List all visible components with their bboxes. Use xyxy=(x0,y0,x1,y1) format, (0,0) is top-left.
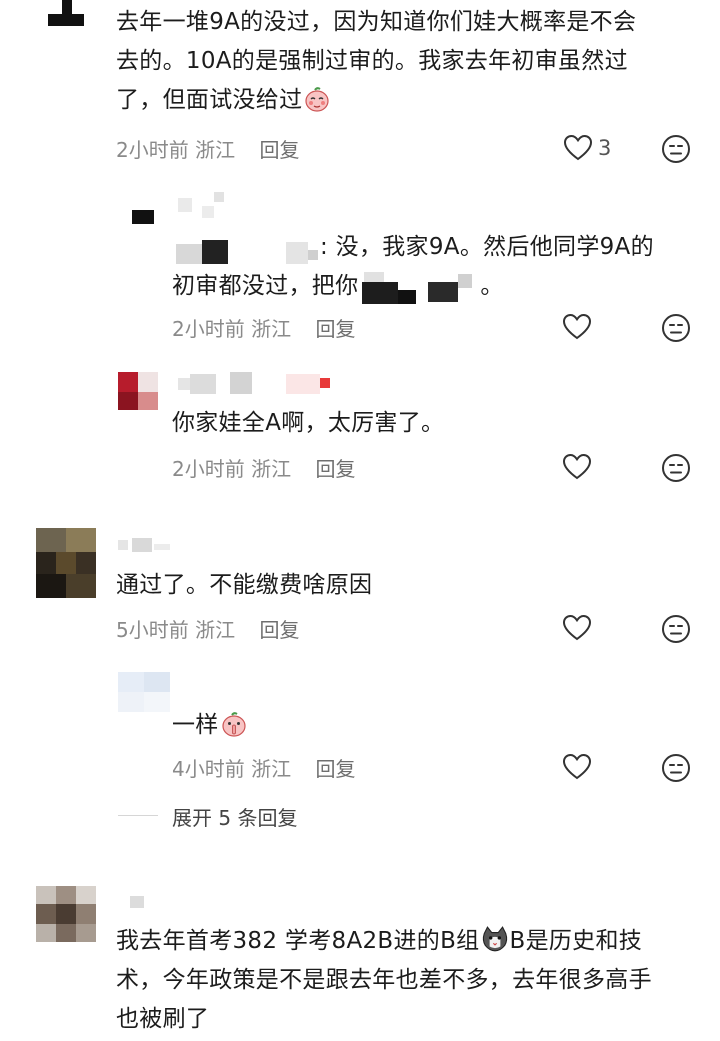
reply-2-location: 浙江 xyxy=(251,457,292,481)
reply-3-location: 浙江 xyxy=(251,757,292,781)
meh-face-icon[interactable] xyxy=(660,452,692,484)
comment-2-reply-button[interactable]: 回复 xyxy=(259,618,299,642)
commenter-avatar-1[interactable] xyxy=(44,0,88,26)
comment-3-line-1: 我去年首考382 学考8A2B进的B组 xyxy=(116,928,480,954)
reply-1-line-1: : 没，我家9A。然后他同学9A的 xyxy=(320,234,654,260)
comment-1-location: 浙江 xyxy=(195,138,236,162)
blushing-peach-emoji-icon xyxy=(305,87,330,112)
expand-divider xyxy=(118,815,158,816)
reply-2-time: 2小时前 xyxy=(172,457,245,481)
reply-1-reply-button[interactable]: 回复 xyxy=(315,317,355,341)
reply-1-time: 2小时前 xyxy=(172,317,245,341)
reply-1-username-blurred xyxy=(176,236,336,266)
reply-3-time: 4小时前 xyxy=(172,757,245,781)
reply-text-1-cont: 初审都没过，把你 。 xyxy=(172,267,712,306)
reply-avatar-2[interactable] xyxy=(118,372,158,410)
cat-face-emoji-icon xyxy=(483,926,508,952)
heart-outline-icon[interactable] xyxy=(560,312,594,342)
comment-2-meta: 5小时前 浙江 回复 xyxy=(116,614,299,643)
heart-outline-icon[interactable] xyxy=(560,452,594,482)
heart-outline-icon[interactable] xyxy=(562,133,594,163)
comment-text-1: 去年一堆9A的没过，因为知道你们娃大概率是不会 去的。10A的是强制过审的。我家… xyxy=(116,3,706,120)
reply-3-reply-button[interactable]: 回复 xyxy=(315,757,355,781)
expand-replies-button[interactable]: 展开 5 条回复 xyxy=(172,802,297,831)
reply-1-redacted-block xyxy=(358,271,480,304)
commenter-3-username-blurred xyxy=(130,896,150,912)
comment-1-line-1: 去年一堆9A的没过，因为知道你们娃大概率是不会 xyxy=(116,9,637,35)
comment-1-reply-button[interactable]: 回复 xyxy=(259,138,299,162)
comment-2-location: 浙江 xyxy=(195,618,236,642)
commenter-avatar-2[interactable] xyxy=(36,528,96,598)
reply-text-1: : 没，我家9A。然后他同学9A的 xyxy=(320,228,710,267)
comment-3-line-1b: B是历史和技 xyxy=(509,928,643,954)
reply-3-line-1: 一样 xyxy=(172,712,219,738)
reply-avatar-1[interactable] xyxy=(128,192,228,228)
meh-face-icon[interactable] xyxy=(660,613,692,645)
comment-1-time: 2小时前 xyxy=(116,138,189,162)
meh-face-icon[interactable] xyxy=(660,312,692,344)
comment-2-time: 5小时前 xyxy=(116,618,189,642)
reply-avatar-3[interactable] xyxy=(118,672,170,712)
reply-2-reply-button[interactable]: 回复 xyxy=(315,457,355,481)
reply-text-2: 你家娃全A啊，太厉害了。 xyxy=(172,404,712,443)
comment-2-line-1: 通过了。不能缴费啥原因 xyxy=(116,572,373,598)
heart-outline-icon[interactable] xyxy=(560,613,594,643)
reply-text-3: 一样 xyxy=(172,706,712,745)
comment-text-3: 我去年首考382 学考8A2B进的B组 B是历史和技 术，今年政策是不是跟去年也… xyxy=(116,922,716,1039)
reply-2-line-1: 你家娃全A啊，太厉害了。 xyxy=(172,410,445,436)
comment-text-2: 通过了。不能缴费啥原因 xyxy=(116,566,706,605)
heart-outline-icon[interactable] xyxy=(560,752,594,782)
commenter-avatar-3[interactable] xyxy=(36,886,96,942)
meh-face-icon[interactable] xyxy=(660,752,692,784)
shushing-peach-emoji-icon xyxy=(222,712,246,737)
comment-1-line-3: 了，但面试没给过 xyxy=(116,87,303,113)
reply-1-meta: 2小时前 浙江 回复 xyxy=(172,313,355,342)
comment-3-line-2: 术，今年政策是不是跟去年也差不多，去年很多高手 xyxy=(116,967,652,993)
reply-3-meta: 4小时前 浙江 回复 xyxy=(172,753,355,782)
comment-1-line-2: 去的。10A的是强制过审的。我家去年初审虽然过 xyxy=(116,48,628,74)
comment-3-line-3: 也被刷了 xyxy=(116,1006,210,1032)
reply-1-line-2: 初审都没过，把你 xyxy=(172,273,359,299)
reply-2-username-blurred xyxy=(178,372,358,396)
meh-face-icon[interactable] xyxy=(660,133,692,165)
reply-1-location: 浙江 xyxy=(251,317,292,341)
comment-1-like-count: 3 xyxy=(598,136,612,160)
comment-1-meta: 2小时前 浙江 回复 xyxy=(116,134,299,163)
commenter-2-username-blurred xyxy=(118,538,178,556)
reply-1-line-3: 。 xyxy=(480,273,504,299)
reply-2-meta: 2小时前 浙江 回复 xyxy=(172,453,355,482)
